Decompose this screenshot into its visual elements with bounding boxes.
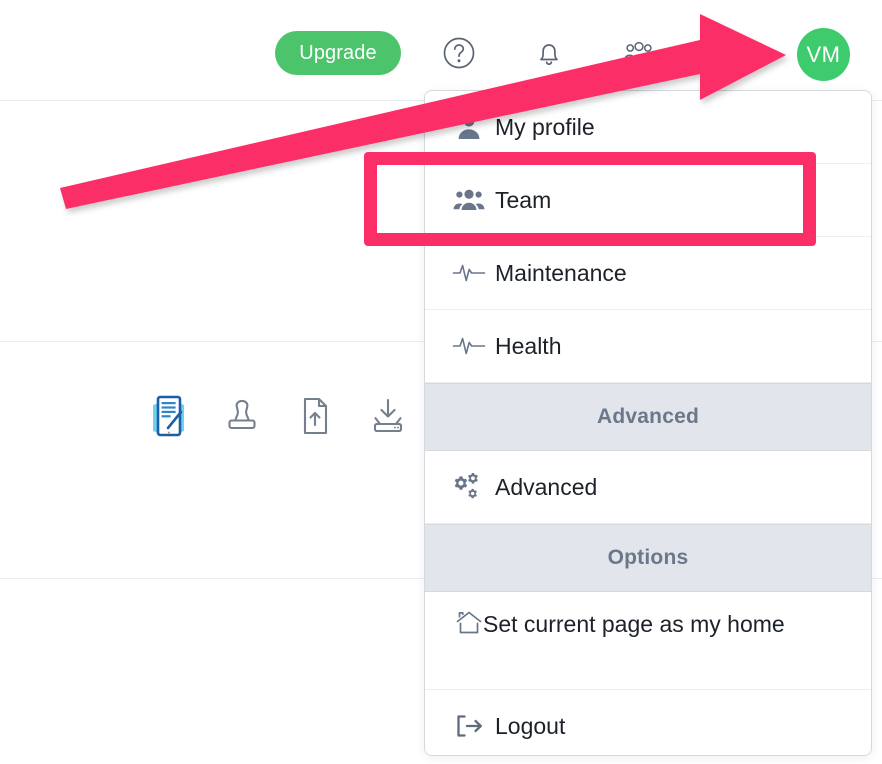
section-header-advanced: Advanced (425, 383, 871, 451)
section-header-options: Options (425, 524, 871, 592)
pulse-icon (443, 310, 495, 382)
menu-item-label: Team (495, 164, 551, 236)
help-icon[interactable] (440, 34, 478, 72)
bell-icon[interactable] (530, 34, 568, 72)
user-icon (443, 91, 495, 163)
team-icon (443, 164, 495, 236)
logout-icon (443, 690, 495, 756)
top-header-bar: Upgrade VM (0, 0, 882, 100)
menu-item-maintenance[interactable]: Maintenance (425, 237, 871, 310)
download-document-icon[interactable] (367, 393, 409, 439)
document-actions-toolbar (148, 393, 409, 439)
app-root: Upgrade VM (0, 0, 882, 764)
user-avatar[interactable]: VM (797, 28, 850, 81)
menu-item-label: Maintenance (495, 237, 627, 309)
menu-item-label: Health (495, 310, 561, 382)
menu-item-my-profile[interactable]: My profile (425, 91, 871, 164)
upload-document-icon[interactable] (294, 393, 336, 439)
menu-item-logout[interactable]: Logout (425, 690, 871, 756)
menu-item-health[interactable]: Health (425, 310, 871, 383)
sign-document-icon[interactable] (148, 393, 190, 439)
menu-item-team[interactable]: Team (425, 164, 871, 237)
menu-item-label: Logout (495, 690, 565, 756)
menu-item-advanced[interactable]: Advanced (425, 451, 871, 524)
menu-item-label: Advanced (495, 451, 597, 523)
pulse-icon (443, 237, 495, 309)
people-icon[interactable] (620, 34, 658, 72)
menu-item-set-home[interactable]: Set current page as my home (425, 592, 871, 690)
menu-item-label: My profile (495, 91, 595, 163)
gears-icon (443, 451, 495, 523)
menu-item-label: Set current page as my home (495, 592, 785, 643)
user-account-dropdown: My profile Team (424, 90, 872, 756)
upgrade-button[interactable]: Upgrade (275, 31, 401, 75)
stamp-icon[interactable] (221, 393, 263, 439)
